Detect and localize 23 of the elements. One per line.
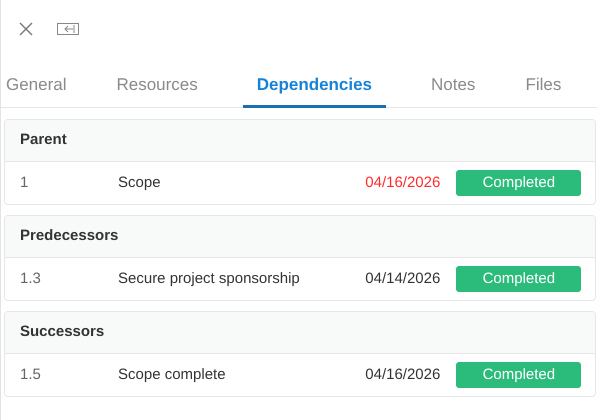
- task-name: Scope complete: [118, 364, 227, 385]
- tab[interactable]: General: [1, 64, 72, 108]
- status-badge: Completed: [456, 170, 582, 196]
- task-name: Secure project sponsorship: [118, 268, 301, 289]
- section-title: Successors: [20, 322, 104, 342]
- tab[interactable]: Files: [520, 64, 566, 108]
- task-id: 1: [20, 172, 30, 193]
- task-date: 04/16/2026: [365, 172, 440, 193]
- task-name: Scope: [118, 172, 162, 193]
- close-icon: [18, 21, 34, 37]
- tab[interactable]: Notes: [426, 64, 480, 108]
- task-id: 1.3: [20, 268, 42, 289]
- task-id: 1.5: [20, 364, 42, 385]
- collapse-button[interactable]: [57, 21, 79, 37]
- task-date: 04/16/2026: [365, 364, 440, 385]
- status-badge: Completed: [456, 266, 582, 292]
- section-title: Predecessors: [20, 226, 118, 246]
- task-date: 04/14/2026: [365, 268, 440, 289]
- close-button[interactable]: [17, 20, 35, 38]
- section-title: Parent: [20, 130, 67, 150]
- status-badge: Completed: [456, 362, 582, 388]
- tab[interactable]: Dependencies: [242, 64, 386, 108]
- tab[interactable]: Resources: [111, 64, 203, 108]
